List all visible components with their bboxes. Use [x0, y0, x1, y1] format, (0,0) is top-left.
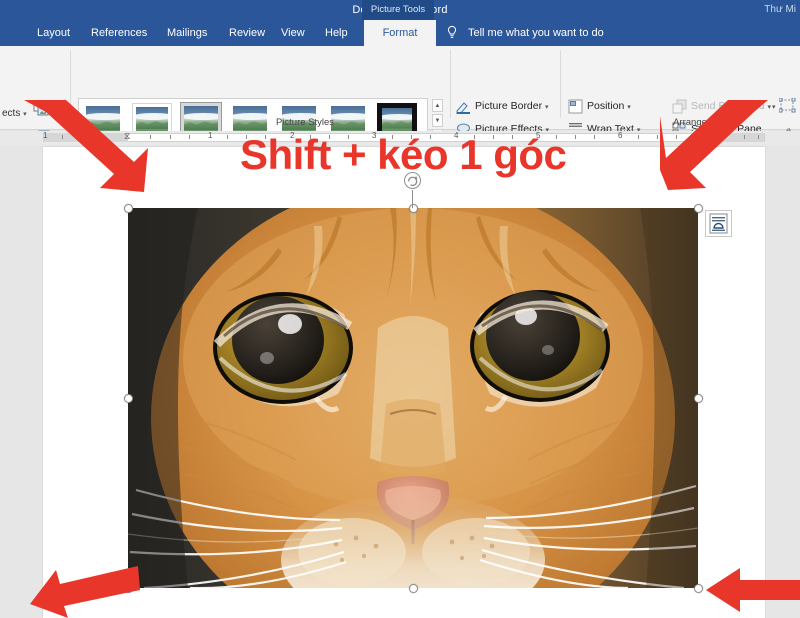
tab-format[interactable]: Format [364, 20, 436, 46]
group-objects-icon[interactable] [779, 98, 796, 113]
handle-middle-right[interactable] [693, 393, 703, 403]
picture-border-icon [456, 102, 470, 114]
handle-top-right[interactable] [693, 203, 703, 213]
tab-mailings[interactable]: Mailings [160, 20, 214, 46]
arrow-bottom-right [706, 568, 800, 612]
picture-border-label: Picture Border [475, 100, 543, 112]
selected-picture[interactable] [128, 208, 698, 588]
ruler-number: 1 [208, 131, 213, 140]
picture-tools-contextual-label: Picture Tools [362, 0, 434, 20]
arrow-bottom-left [30, 566, 140, 618]
gallery-scroll-down-button[interactable]: ▼ [432, 114, 443, 127]
position-button[interactable]: Position ▾ [568, 98, 631, 115]
tab-review[interactable]: Review [222, 20, 272, 46]
handle-middle-left[interactable] [123, 393, 133, 403]
picture-border-button[interactable]: Picture Border ▾ [456, 98, 549, 115]
tab-help[interactable]: Help [318, 20, 355, 46]
artistic-effects-label: ects [2, 108, 21, 119]
gallery-scroll-up-button[interactable]: ▲ [432, 99, 443, 112]
rotate-handle-stem [412, 190, 413, 208]
cat-photo[interactable] [128, 208, 698, 588]
handle-bottom-right[interactable] [693, 583, 703, 593]
chevron-down-icon: ▾ [627, 104, 631, 111]
handle-bottom-center[interactable] [408, 583, 418, 593]
title-bar: Document1 - Word Picture Tools Thư Mi [0, 0, 800, 20]
tab-view[interactable]: View [274, 20, 312, 46]
titlebar-right-label: Thư Mi [764, 4, 796, 15]
arrow-top-left [24, 100, 148, 192]
layout-options-icon [709, 213, 728, 234]
group-label-picture-styles: Picture Styles [275, 117, 335, 128]
arrow-top-right [660, 100, 768, 190]
tab-references[interactable]: References [84, 20, 154, 46]
handle-top-center[interactable] [408, 203, 418, 213]
group-objects-caret[interactable]: ▾ [772, 103, 776, 111]
handle-top-left[interactable] [123, 203, 133, 213]
annotation-text: Shift + kéo 1 góc [240, 131, 567, 178]
position-label: Position [587, 100, 625, 112]
chevron-down-icon: ▾ [545, 104, 549, 111]
tell-me-search[interactable]: Tell me what you want to do [468, 20, 604, 46]
position-icon [568, 99, 583, 114]
layout-options-button[interactable] [705, 210, 732, 237]
ribbon-tab-strip: Layout References Mailings Review View H… [0, 20, 800, 46]
lightbulb-icon [447, 25, 457, 38]
tab-layout[interactable]: Layout [30, 20, 77, 46]
